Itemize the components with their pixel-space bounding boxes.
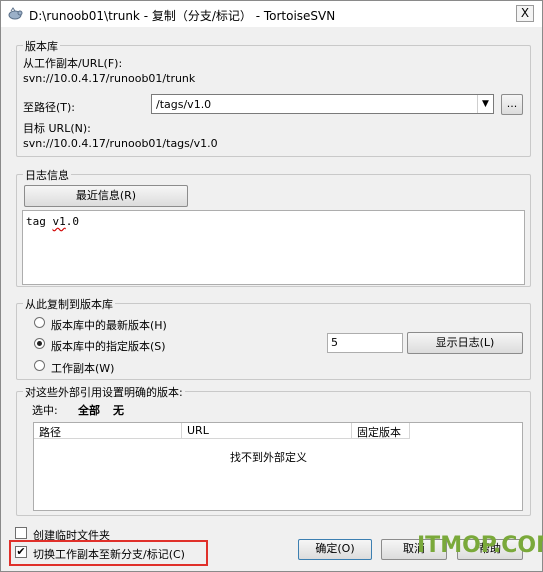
- log-message-suffix: .0: [65, 215, 79, 228]
- log-message-misspelled: v1: [52, 215, 66, 228]
- switch-working-copy-label[interactable]: 切换工作副本至新分支/标记(C): [33, 546, 185, 562]
- close-icon: X: [520, 6, 530, 20]
- browse-button-label: ...: [506, 97, 518, 110]
- log-message-prefix: tag: [26, 215, 53, 228]
- column-header-pinned-revision[interactable]: 固定版本: [352, 423, 410, 439]
- radio-working-copy[interactable]: [34, 360, 45, 371]
- copy-dialog: D:\runoob01\trunk - 复制（分支/标记） - Tortoise…: [0, 0, 543, 572]
- column-header-path[interactable]: 路径: [34, 423, 182, 439]
- head-revision-label[interactable]: 版本库中的最新版本(H): [51, 317, 167, 333]
- tortoisesvn-icon: [8, 7, 23, 20]
- switch-working-copy-checkbox[interactable]: ✔: [15, 546, 27, 558]
- ok-button-label: 确定(O): [315, 542, 355, 555]
- close-button[interactable]: X: [516, 5, 534, 22]
- title-bar[interactable]: D:\runoob01\trunk - 复制（分支/标记） - Tortoise…: [1, 1, 542, 27]
- select-none-link[interactable]: 无: [113, 402, 124, 418]
- revision-value: 5: [331, 336, 338, 349]
- from-url: svn://10.0.4.17/runoob01/trunk: [23, 72, 196, 85]
- target-url-label: 目标 URL(N):: [23, 122, 91, 135]
- to-path-label: 至路径(T):: [23, 101, 76, 114]
- browse-button[interactable]: ...: [501, 94, 523, 115]
- externals-group-label: 对这些外部引用设置明确的版本:: [23, 384, 185, 400]
- chevron-down-icon[interactable]: ▼: [477, 95, 493, 113]
- radio-specific-revision[interactable]: [34, 338, 45, 349]
- target-url: svn://10.0.4.17/runoob01/tags/v1.0: [23, 137, 218, 150]
- externals-table[interactable]: 路径 URL 固定版本 找不到外部定义: [33, 422, 523, 511]
- show-log-label: 显示日志(L): [435, 336, 495, 349]
- from-label: 从工作副本/URL(F):: [23, 57, 123, 70]
- externals-empty-text: 找不到外部定义: [230, 451, 307, 464]
- ok-button[interactable]: 确定(O): [298, 539, 372, 560]
- itmop-watermark: ITMOP.COM: [417, 533, 543, 558]
- copy-from-group-label: 从此复制到版本库: [23, 296, 115, 312]
- log-message-textarea[interactable]: tag v1.0: [22, 210, 525, 285]
- revision-input[interactable]: 5: [327, 333, 403, 353]
- to-path-combobox[interactable]: /tags/v1.0 ▼: [151, 94, 494, 114]
- to-path-value: /tags/v1.0: [156, 98, 212, 111]
- log-group-label: 日志信息: [23, 167, 71, 183]
- column-header-url[interactable]: URL: [182, 423, 352, 439]
- window-title: D:\runoob01\trunk - 复制（分支/标记） - Tortoise…: [29, 9, 336, 23]
- specific-revision-label[interactable]: 版本库中的指定版本(S): [51, 338, 166, 354]
- show-log-button[interactable]: 显示日志(L): [407, 332, 523, 354]
- working-copy-label[interactable]: 工作副本(W): [51, 360, 114, 376]
- create-intermediate-checkbox[interactable]: [15, 527, 27, 539]
- select-label: 选中:: [32, 404, 58, 417]
- radio-head-revision[interactable]: [34, 317, 45, 328]
- recent-messages-label: 最近信息(R): [75, 189, 137, 202]
- select-all-link[interactable]: 全部: [78, 402, 100, 418]
- recent-messages-button[interactable]: 最近信息(R): [24, 185, 188, 207]
- repository-group-label: 版本库: [23, 38, 60, 54]
